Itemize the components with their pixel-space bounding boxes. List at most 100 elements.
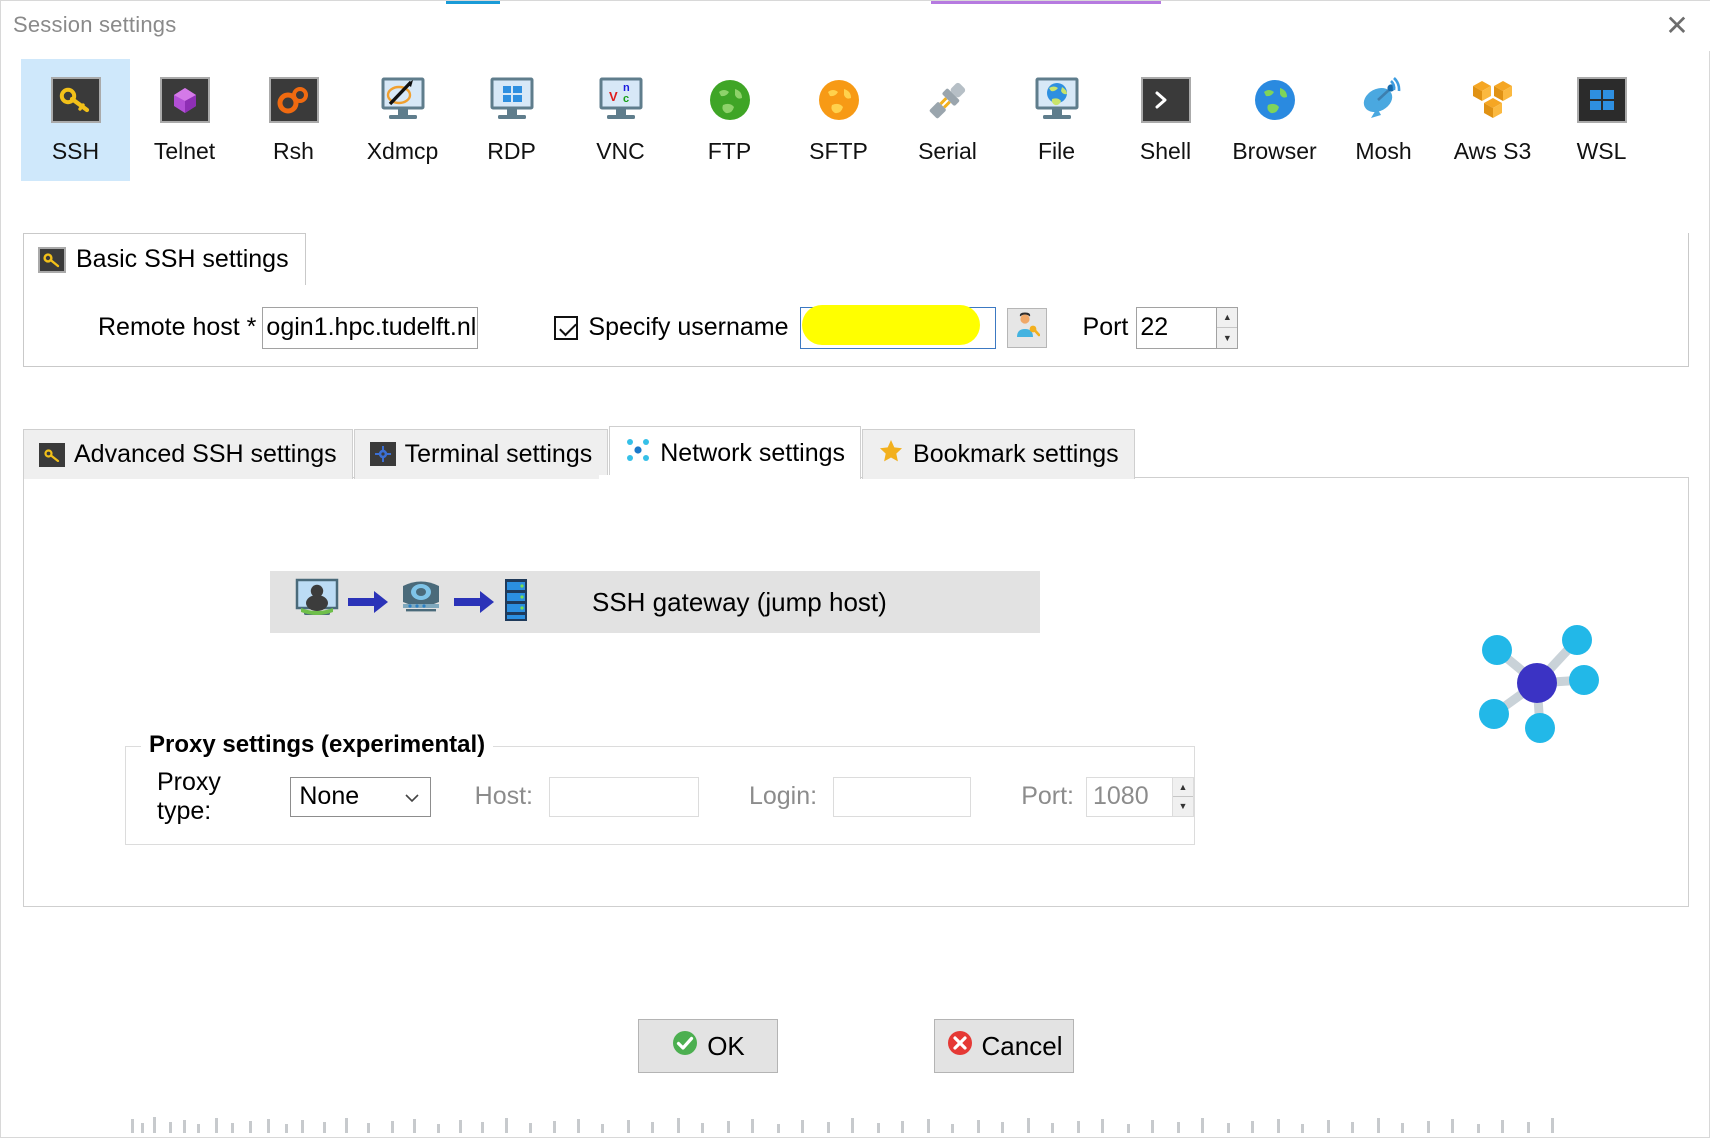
- serial-plug-icon: [921, 73, 975, 127]
- basic-ssh-settings-tab[interactable]: Basic SSH settings: [23, 233, 306, 285]
- session-type-rsh[interactable]: Rsh: [239, 59, 348, 181]
- xdmcp-monitor-icon: [376, 73, 430, 127]
- session-type-browser[interactable]: Browser: [1220, 59, 1329, 181]
- arrow-right-icon: [448, 589, 500, 615]
- close-icon[interactable]: ✕: [1657, 9, 1697, 43]
- basic-ssh-settings-row: Remote host * ogin1.hpc.tudelft.nl Speci…: [24, 288, 1688, 367]
- remote-host-label: Remote host *: [98, 313, 257, 341]
- session-type-label: Browser: [1232, 138, 1317, 164]
- tab-network-settings[interactable]: Network settings: [609, 426, 862, 479]
- session-type-aws-s3[interactable]: Aws S3: [1438, 59, 1547, 181]
- key-icon: [39, 440, 65, 469]
- server-icon: [500, 576, 532, 629]
- network-hub-graphic: [1472, 618, 1602, 748]
- session-type-label: FTP: [707, 138, 752, 164]
- ok-button-label: OK: [707, 1030, 745, 1061]
- arrow-right-icon: [342, 589, 394, 615]
- browser-globe-icon: [1248, 73, 1302, 127]
- session-type-vnc[interactable]: V n c VNC: [566, 59, 675, 181]
- session-type-label: RDP: [487, 138, 536, 164]
- session-type-label: File: [1037, 138, 1076, 164]
- proxy-port-input[interactable]: 1080: [1086, 776, 1172, 817]
- telnet-crystal-icon: [158, 73, 212, 127]
- username-input[interactable]: [799, 304, 996, 349]
- session-type-label: SFTP: [809, 138, 868, 164]
- bottom-texture-strip: [1, 1115, 1710, 1137]
- session-type-mosh[interactable]: Mosh: [1329, 59, 1438, 181]
- cancel-button-label: Cancel: [981, 1030, 1063, 1061]
- port-spin-down-icon[interactable]: ▼: [1217, 328, 1237, 348]
- check-circle-icon: [671, 1029, 699, 1064]
- proxy-port-label: Port:: [1021, 782, 1074, 810]
- proxy-type-value: None: [299, 782, 360, 810]
- session-type-file[interactable]: File: [1002, 59, 1111, 181]
- tab-bookmark-settings[interactable]: Bookmark settings: [862, 429, 1135, 479]
- proxy-settings-legend: Proxy settings (experimental): [141, 731, 494, 759]
- aws-s3-cubes-icon: [1466, 73, 1520, 127]
- proxy-port-spin-buttons[interactable]: ▲ ▼: [1172, 776, 1194, 817]
- window-title: Session settings: [13, 12, 177, 37]
- network-tab-seam: [599, 475, 842, 479]
- port-spin-up-icon[interactable]: ▲: [1217, 308, 1238, 328]
- ssh-gateway-banner[interactable]: SSH gateway (jump host): [270, 571, 1040, 633]
- tab-label: Network settings: [660, 438, 846, 467]
- specify-username-label: Specify username: [588, 313, 789, 341]
- ssh-key-icon: [49, 73, 103, 127]
- session-type-wsl[interactable]: WSL: [1547, 59, 1656, 181]
- file-monitor-icon: [1030, 73, 1084, 127]
- session-type-xdmcp[interactable]: Xdmcp: [348, 59, 457, 181]
- session-type-label: SSH: [51, 138, 100, 164]
- proxy-port-stepper[interactable]: 1080 ▲ ▼: [1086, 776, 1194, 817]
- proxy-login-input[interactable]: [833, 776, 972, 817]
- session-type-label: Aws S3: [1453, 138, 1532, 164]
- port-stepper[interactable]: 22 ▲ ▼: [1136, 306, 1239, 349]
- tab-label: Terminal settings: [404, 440, 593, 468]
- proxy-type-label: Proxy type:: [157, 767, 221, 825]
- port-input[interactable]: 22: [1136, 306, 1217, 349]
- session-type-ftp[interactable]: FTP: [675, 59, 784, 181]
- x-circle-icon: [946, 1029, 974, 1064]
- proxy-host-input[interactable]: [549, 776, 699, 817]
- session-type-label: Shell: [1139, 138, 1192, 164]
- session-type-label: VNC: [596, 138, 645, 164]
- session-type-rdp[interactable]: RDP: [457, 59, 566, 181]
- session-type-label: Xdmcp: [366, 138, 439, 164]
- ok-button[interactable]: OK: [638, 1019, 778, 1073]
- network-settings-panel: SSH gateway (jump host) Proxy settings (…: [23, 477, 1689, 907]
- network-icon: [625, 437, 651, 470]
- proxy-login-label: Login:: [748, 782, 818, 810]
- proxy-port-spin-up-icon[interactable]: ▲: [1173, 778, 1193, 797]
- dialog-footer: OK Cancel: [1, 1019, 1710, 1073]
- key-icon: [38, 246, 66, 273]
- session-type-telnet[interactable]: Telnet: [130, 59, 239, 181]
- wsl-windows-icon: [1575, 73, 1629, 127]
- tab-advanced-ssh-settings[interactable]: Advanced SSH settings: [23, 429, 353, 479]
- specify-username-checkbox[interactable]: [554, 315, 579, 340]
- terminal-icon: [369, 440, 396, 469]
- session-settings-dialog: Session settings ✕ SSH Telnet Rsh Xdmcp …: [0, 0, 1710, 1138]
- proxy-type-select[interactable]: None: [290, 776, 431, 817]
- remote-host-input[interactable]: ogin1.hpc.tudelft.nl: [262, 306, 479, 349]
- tab-terminal-settings[interactable]: Terminal settings: [353, 429, 609, 479]
- session-type-shell[interactable]: Shell: [1111, 59, 1220, 181]
- session-type-serial[interactable]: Serial: [893, 59, 1002, 181]
- proxy-port-spin-down-icon[interactable]: ▼: [1173, 797, 1193, 816]
- session-type-label: Mosh: [1355, 138, 1412, 164]
- port-spin-buttons[interactable]: ▲ ▼: [1216, 306, 1239, 349]
- svg-text:V: V: [609, 89, 618, 104]
- user-key-icon: [1014, 312, 1040, 343]
- background-tab-stub-purple: [931, 1, 1161, 4]
- proxy-settings-group: Proxy type: None Host: Login: Port: 1080…: [125, 746, 1195, 845]
- mosh-dish-icon: [1357, 73, 1411, 127]
- ftp-globe-icon: [703, 73, 757, 127]
- background-tab-stub-blue: [446, 1, 500, 4]
- cancel-button[interactable]: Cancel: [934, 1019, 1074, 1073]
- tab-label: Advanced SSH settings: [74, 440, 337, 468]
- gateway-device-icon: [394, 576, 448, 629]
- session-type-sftp[interactable]: SFTP: [784, 59, 893, 181]
- select-user-button[interactable]: [1006, 307, 1047, 348]
- proxy-host-label: Host:: [474, 782, 534, 810]
- session-type-strip: SSH Telnet Rsh Xdmcp RDP V n c VNC FTP S…: [1, 59, 1710, 194]
- proxy-settings-row: Proxy type: None Host: Login: Port: 1080…: [126, 747, 1194, 846]
- session-type-ssh[interactable]: SSH: [21, 59, 130, 181]
